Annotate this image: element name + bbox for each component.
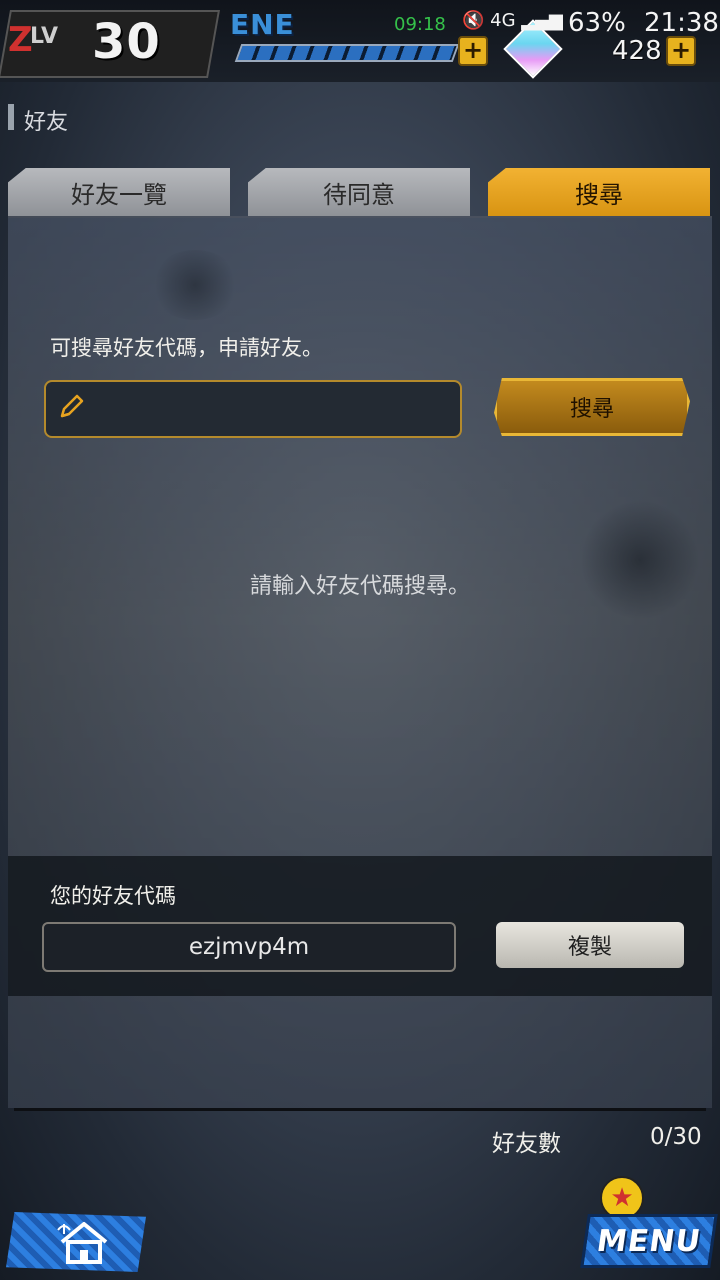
level-prefix: Z bbox=[8, 20, 33, 60]
crystal-plus-button[interactable]: + bbox=[666, 36, 696, 66]
pencil-icon bbox=[60, 394, 84, 418]
home-icon bbox=[57, 1222, 108, 1264]
friend-count-value: 0/30 bbox=[650, 1124, 702, 1150]
network-indicator: 🔇 4G ▂▄▆ bbox=[462, 10, 563, 31]
crystal-count: 428 bbox=[612, 36, 662, 66]
my-code-value: ezjmvp4m bbox=[42, 922, 456, 972]
page-title: 好友 bbox=[24, 110, 69, 135]
divider bbox=[14, 1108, 706, 1111]
tab-friend-list[interactable]: 好友一覽 bbox=[8, 168, 230, 216]
ink-splat bbox=[150, 250, 240, 320]
signal-icon: ▂▄▆ bbox=[521, 10, 563, 31]
level-label: LV bbox=[30, 24, 59, 49]
status-time: 21:38 bbox=[644, 8, 719, 38]
search-input[interactable] bbox=[96, 384, 450, 432]
title-marker bbox=[8, 104, 14, 130]
friend-count-label: 好友數 bbox=[492, 1131, 561, 1157]
my-code-label: 您的好友代碼 bbox=[50, 884, 176, 908]
energy-clock: 09:18 bbox=[394, 14, 446, 35]
mute-icon: 🔇 bbox=[462, 10, 485, 31]
tab-pending[interactable]: 待同意 bbox=[248, 168, 470, 216]
menu-label[interactable]: MENU bbox=[580, 1214, 718, 1268]
copy-button[interactable]: 複製 bbox=[496, 922, 684, 968]
tab-search[interactable]: 搜尋 bbox=[488, 168, 710, 216]
energy-plus-button[interactable]: + bbox=[458, 36, 488, 66]
ink-splat bbox=[580, 500, 700, 620]
network-label: 4G bbox=[490, 10, 516, 31]
search-button[interactable]: 搜尋 bbox=[494, 378, 690, 436]
level-value: 30 bbox=[92, 14, 161, 70]
empty-message: 請輸入好友代碼搜尋。 bbox=[249, 574, 470, 599]
energy-label: ENE bbox=[230, 8, 295, 41]
search-hint: 可搜尋好友代碼，申請好友。 bbox=[50, 336, 323, 360]
battery-percent: 63% bbox=[568, 8, 626, 38]
energy-bar bbox=[234, 44, 460, 62]
